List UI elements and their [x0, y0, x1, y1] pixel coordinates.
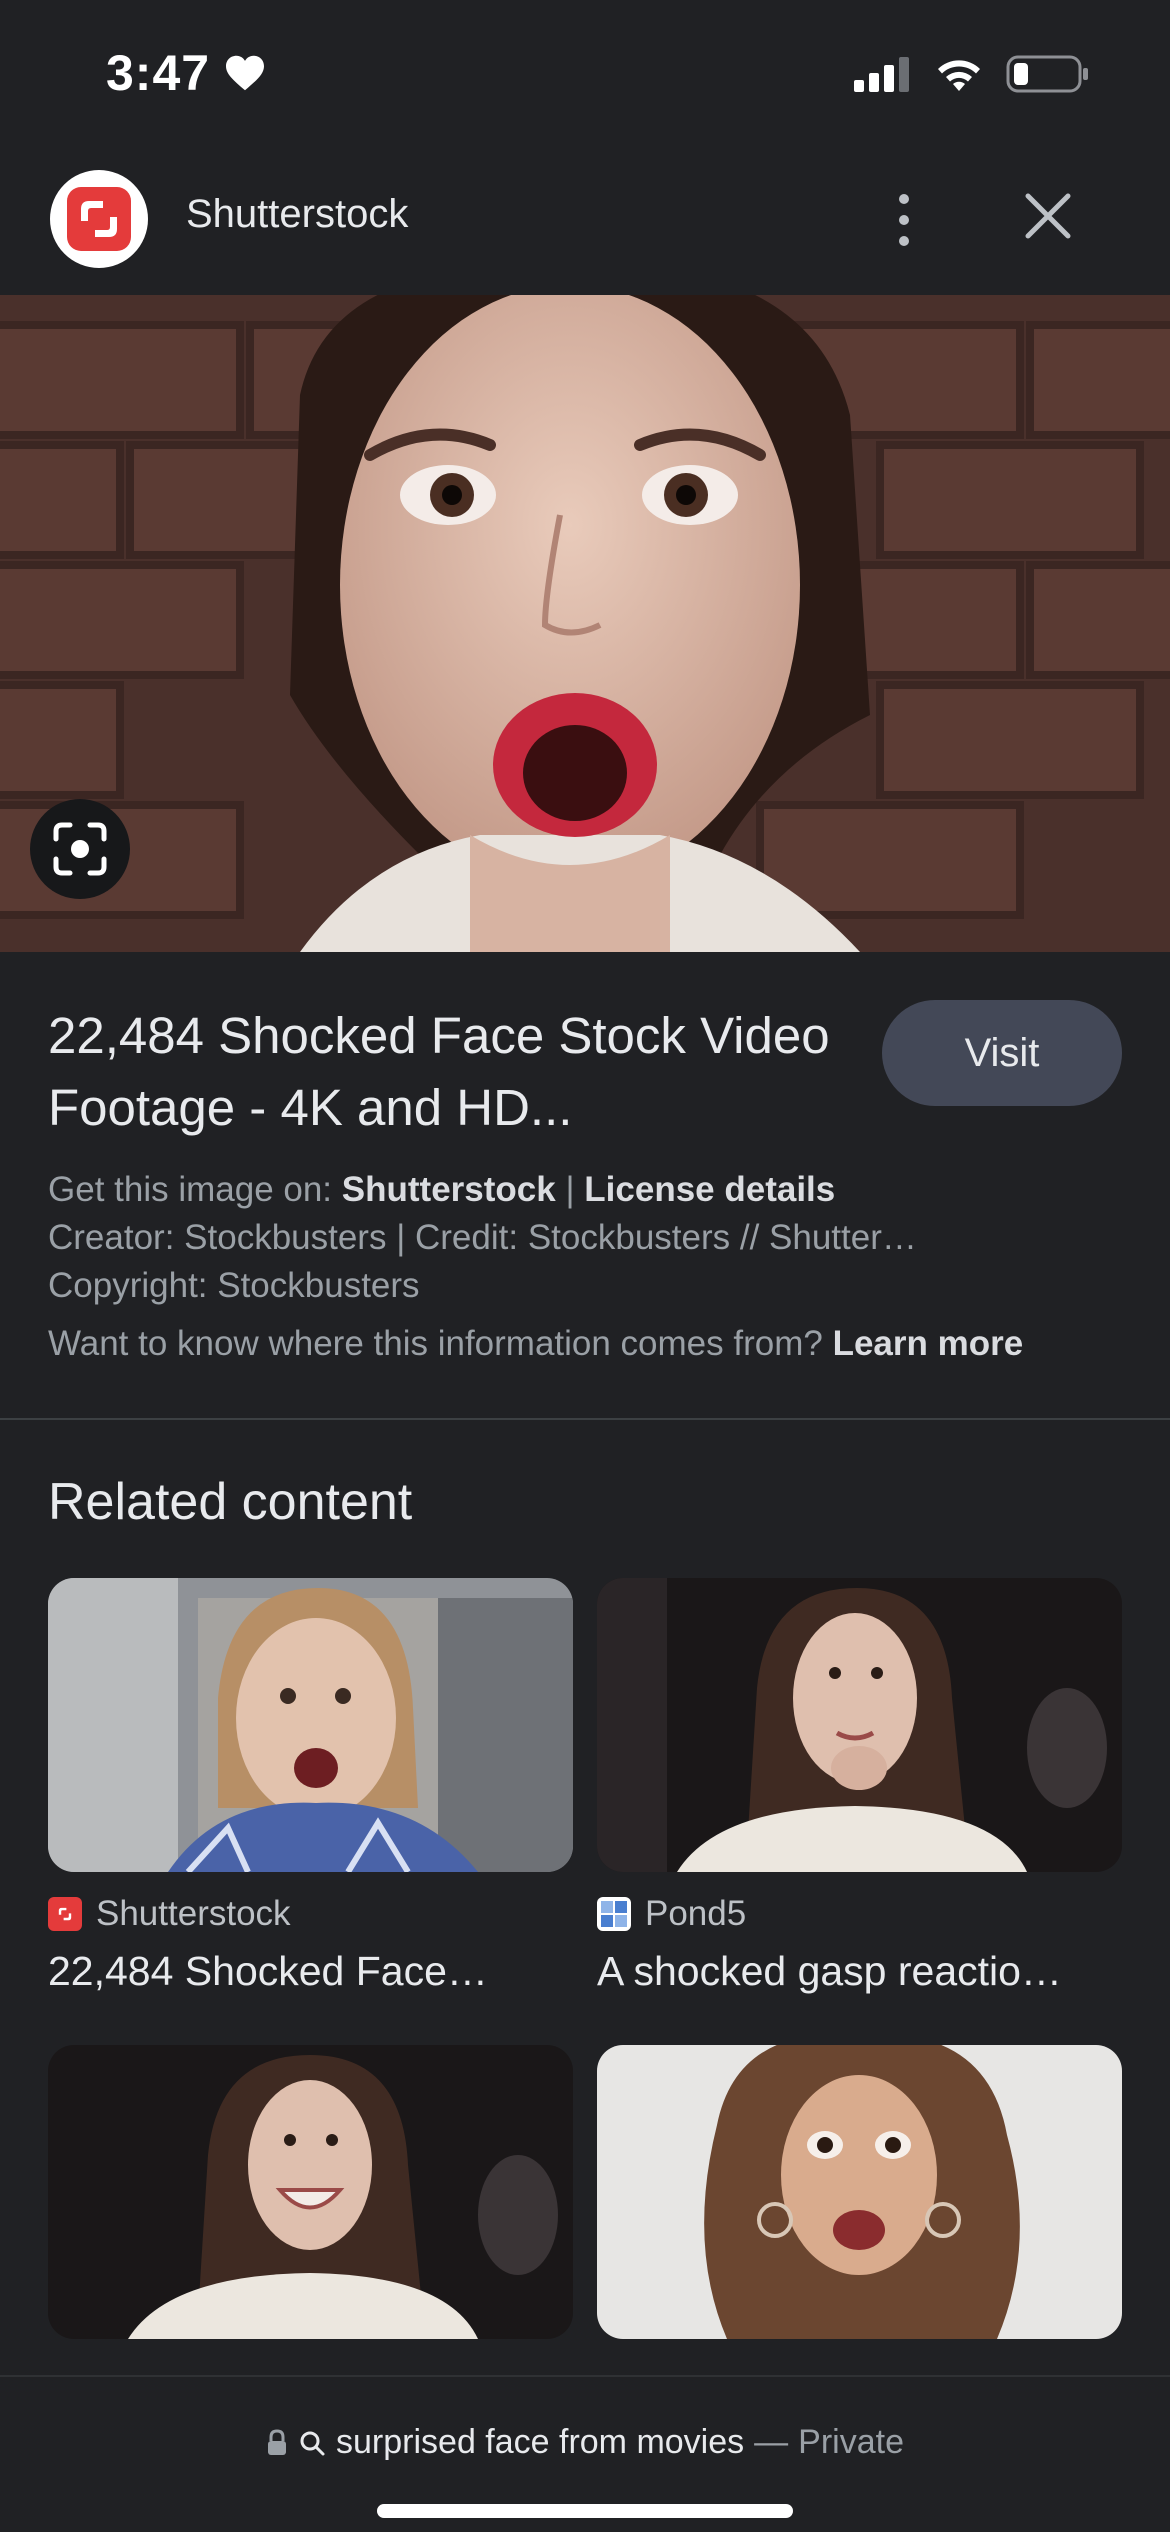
search-icon — [300, 2431, 325, 2455]
related-card[interactable]: Shutterstock 22,484 Shocked Face… — [48, 1578, 573, 1995]
woman-smiling-dark-room — [48, 2045, 573, 2339]
related-thumbnail[interactable] — [597, 2045, 1122, 2339]
search-query[interactable]: surprised face from movies — [336, 2423, 744, 2462]
related-thumbnail[interactable] — [48, 2045, 573, 2339]
status-time: 3:47 — [106, 44, 266, 102]
license-details-link[interactable]: License details — [584, 1170, 835, 1209]
woman-surprised-blue-shirt — [48, 1578, 573, 1872]
related-content-heading: Related content — [48, 1473, 413, 1531]
woman-shocked-face-photo — [0, 295, 1170, 952]
wifi-icon — [938, 60, 980, 91]
private-label: Private — [798, 2423, 904, 2461]
pond5-favicon — [597, 1897, 631, 1931]
source-line: Get this image on: Shutterstock | Licens… — [48, 1166, 1138, 1214]
site-name[interactable]: Shutterstock — [186, 192, 408, 237]
hero-image[interactable] — [0, 295, 1170, 952]
related-card[interactable] — [48, 2045, 573, 2339]
woman-thinking-dark-room — [597, 1578, 1122, 1872]
lens-search-icon — [53, 822, 107, 876]
section-divider — [0, 1418, 1170, 1420]
separator: | — [565, 1170, 575, 1209]
status-bar: 3:47 — [0, 0, 1170, 150]
woman-curly-hair-shocked — [597, 2045, 1122, 2339]
shutterstock-favicon — [48, 1897, 82, 1931]
info-question: Want to know where this information come… — [48, 1324, 823, 1363]
copyright-line: Copyright: Stockbusters — [48, 1266, 420, 1305]
shutterstock-logo-icon — [67, 187, 131, 251]
related-card[interactable] — [597, 2045, 1122, 2339]
lock-icon — [268, 2428, 287, 2455]
shutterstock-logo[interactable] — [50, 170, 148, 268]
dash: — — [754, 2423, 789, 2461]
related-source: Pond5 — [597, 1894, 1122, 1934]
close-icon[interactable] — [1020, 188, 1076, 244]
related-source: Shutterstock — [48, 1894, 573, 1934]
info-source-line: Want to know where this information come… — [48, 1320, 1138, 1368]
related-title[interactable]: A shocked gasp reactio… — [597, 1948, 1122, 1995]
status-icons — [854, 54, 1090, 94]
signal-icon — [854, 57, 909, 92]
battery-icon — [1006, 55, 1088, 93]
creator-line: Creator: Stockbusters | Credit: Stockbus… — [48, 1218, 917, 1257]
related-thumbnail[interactable] — [597, 1578, 1122, 1872]
source-link[interactable]: Shutterstock — [342, 1170, 556, 1209]
learn-more-link[interactable]: Learn more — [833, 1324, 1024, 1363]
related-thumbnail[interactable] — [48, 1578, 573, 1872]
source-name: Pond5 — [645, 1894, 747, 1933]
browser-bottom-bar: surprised face from movies — Private — [0, 2375, 1170, 2532]
home-indicator[interactable] — [377, 2504, 793, 2518]
image-metadata: Get this image on: Shutterstock | Licens… — [48, 1166, 1138, 1368]
visit-button[interactable]: Visit — [882, 1000, 1122, 1106]
related-title[interactable]: 22,484 Shocked Face… — [48, 1948, 573, 1995]
result-header: Shutterstock — [0, 150, 1170, 295]
result-title[interactable]: 22,484 Shocked Face Stock Video Footage … — [48, 1000, 878, 1144]
related-card[interactable]: Pond5 A shocked gasp reactio… — [597, 1578, 1122, 1995]
get-image-prefix: Get this image on: — [48, 1170, 333, 1209]
time-text: 3:47 — [106, 45, 211, 101]
more-vert-icon[interactable] — [880, 180, 928, 260]
address-bar[interactable]: surprised face from movies — Private — [0, 2423, 1170, 2462]
source-name: Shutterstock — [96, 1894, 291, 1933]
heart-icon — [226, 55, 265, 91]
lens-search-button[interactable] — [30, 799, 130, 899]
